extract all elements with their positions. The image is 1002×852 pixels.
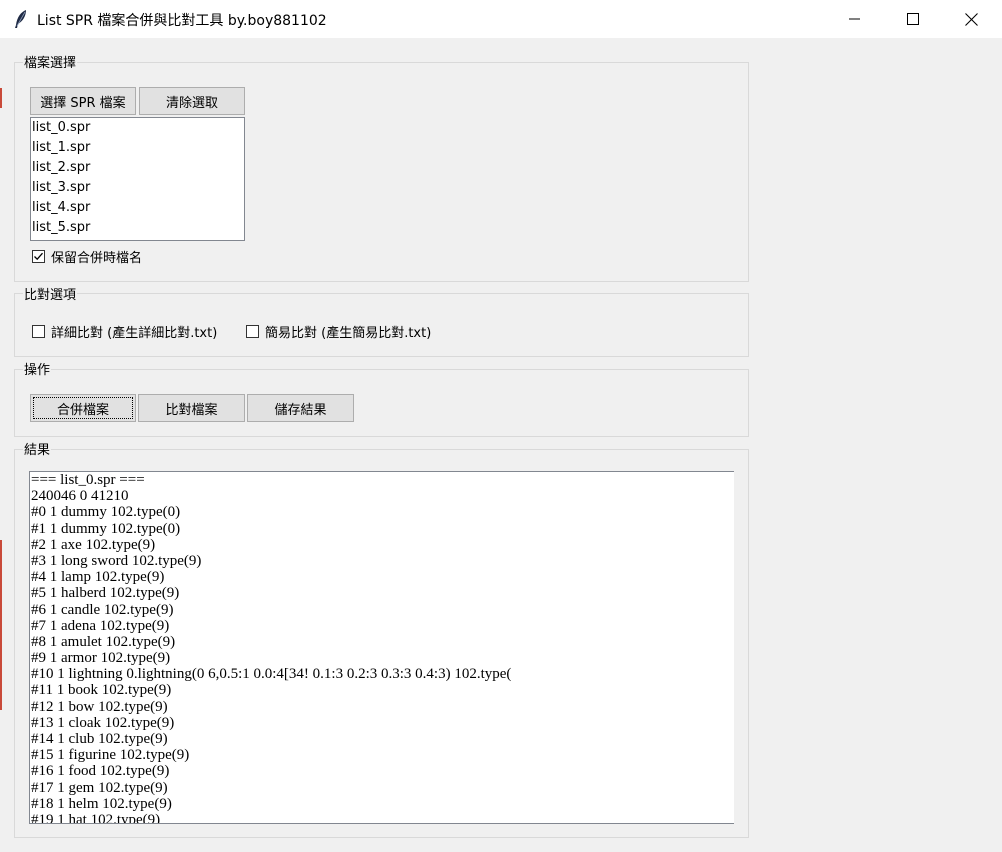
results-textbox[interactable]: === list_0.spr === 240046 0 41210 #0 1 d… — [29, 471, 734, 824]
result-line: #1 1 dummy 102.type(0) — [31, 520, 181, 537]
simple-compare-label: 簡易比對 (產生簡易比對.txt) — [265, 326, 432, 341]
checkbox-checked[interactable] — [32, 250, 45, 263]
result-line: #17 1 gem 102.type(9) — [31, 779, 168, 796]
result-line: #14 1 club 102.type(9) — [31, 731, 168, 747]
window-edge-marker — [0, 540, 2, 710]
simple-compare-checkbox[interactable]: 簡易比對 (產生簡易比對.txt) — [246, 322, 431, 341]
compare-options-label: 比對選項 — [23, 284, 78, 303]
checkbox-unchecked[interactable] — [246, 325, 259, 338]
result-line: #5 1 halberd 102.type(9) — [31, 585, 180, 602]
select-spr-button[interactable]: 選擇 SPR 檔案 — [30, 87, 136, 115]
result-line: #16 1 food 102.type(9) — [31, 763, 170, 780]
result-line: #10 1 lightning 0.lightning(0 6,0.5:1 0.… — [31, 666, 512, 683]
file-selection-label: 檔案選擇 — [23, 52, 78, 71]
checkmark-icon — [34, 252, 43, 261]
maximize-button[interactable] — [884, 0, 942, 38]
merge-files-button[interactable]: 合併檔案 — [30, 394, 136, 422]
result-line: #15 1 figurine 102.type(9) — [31, 747, 190, 764]
compare-files-button[interactable]: 比對檔案 — [138, 394, 245, 422]
result-line: #12 1 bow 102.type(9) — [31, 698, 168, 715]
result-line: #19 1 hat 102.type(9) — [31, 811, 161, 824]
close-icon — [964, 12, 978, 26]
results-label: 結果 — [23, 439, 52, 458]
list-item[interactable]: list_5.spr — [31, 218, 244, 238]
title-bar: List SPR 檔案合併與比對工具 by.boy881102 — [0, 0, 1002, 38]
keep-filename-checkbox[interactable]: 保留合併時檔名 — [32, 247, 142, 266]
window-edge-marker — [0, 88, 2, 108]
result-line: #4 1 lamp 102.type(9) — [31, 569, 165, 586]
detailed-compare-label: 詳細比對 (產生詳細比對.txt) — [51, 326, 218, 341]
list-item[interactable]: list_0.spr — [31, 118, 244, 138]
result-line: #3 1 long sword 102.type(9) — [31, 552, 202, 569]
checkbox-unchecked[interactable] — [32, 325, 45, 338]
window-title: List SPR 檔案合併與比對工具 by.boy881102 — [37, 13, 327, 29]
actions-label: 操作 — [23, 359, 52, 378]
result-line: #13 1 cloak 102.type(9) — [31, 714, 175, 731]
result-line: #7 1 adena 102.type(9) — [31, 617, 170, 634]
result-line: === list_0.spr === — [31, 472, 145, 488]
maximize-icon — [907, 13, 919, 25]
feather-icon — [15, 10, 26, 28]
result-line: #11 1 book 102.type(9) — [31, 682, 172, 699]
result-line: #9 1 armor 102.type(9) — [31, 650, 171, 667]
result-line: 240046 0 41210 — [31, 488, 129, 505]
minimize-button[interactable] — [826, 0, 884, 38]
clear-selection-button[interactable]: 清除選取 — [139, 87, 245, 115]
list-item[interactable]: list_2.spr — [31, 158, 244, 178]
result-line: #0 1 dummy 102.type(0) — [31, 504, 181, 521]
result-line: #2 1 axe 102.type(9) — [31, 536, 156, 553]
result-line: #8 1 amulet 102.type(9) — [31, 633, 176, 650]
keep-filename-label: 保留合併時檔名 — [51, 251, 143, 266]
minimize-icon — [849, 18, 860, 20]
result-line: #6 1 candle 102.type(9) — [31, 601, 174, 618]
list-item[interactable]: list_4.spr — [31, 198, 244, 218]
file-list[interactable]: list_0.spr list_1.spr list_2.spr list_3.… — [30, 117, 245, 241]
save-results-button[interactable]: 儲存結果 — [247, 394, 354, 422]
list-item[interactable]: list_3.spr — [31, 178, 244, 198]
result-line: #18 1 helm 102.type(9) — [31, 795, 172, 812]
detailed-compare-checkbox[interactable]: 詳細比對 (產生詳細比對.txt) — [32, 322, 217, 341]
list-item[interactable]: list_1.spr — [31, 138, 244, 158]
close-button[interactable] — [942, 0, 1000, 38]
